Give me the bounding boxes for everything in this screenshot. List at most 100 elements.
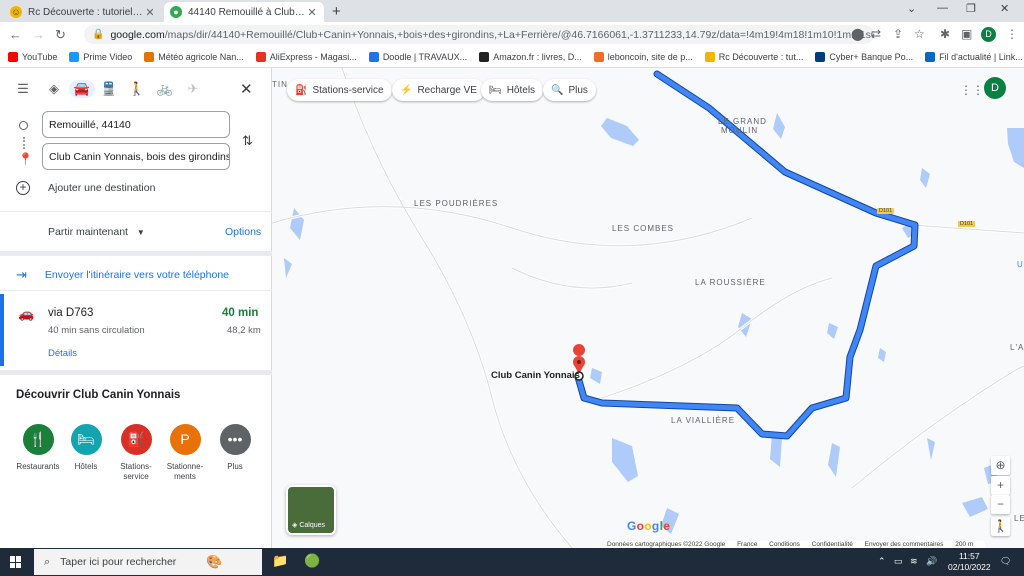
bookmark-favicon-icon bbox=[479, 52, 490, 62]
attribution-terms[interactable]: Conditions bbox=[769, 541, 800, 548]
depart-label: Partir maintenant bbox=[48, 226, 128, 238]
route-details-link[interactable]: Détails bbox=[48, 348, 77, 359]
share-icon[interactable]: ⇪ bbox=[893, 27, 903, 41]
bookmark-item[interactable]: Météo agricole Nan... bbox=[144, 52, 244, 62]
chevron-up-icon[interactable]: ⌃ bbox=[878, 556, 886, 567]
kebab-menu-icon[interactable]: ⋮ bbox=[1006, 27, 1018, 41]
divider bbox=[0, 211, 272, 212]
close-tab-icon[interactable]: ✕ bbox=[144, 6, 156, 19]
bookmark-item[interactable]: Doodle | TRAVAUX... bbox=[368, 52, 467, 62]
more-icon: ••• bbox=[219, 424, 251, 455]
attribution-privacy[interactable]: Confidentialité bbox=[812, 541, 853, 548]
bookmark-item[interactable]: Rc Découverte : tut... bbox=[704, 52, 803, 62]
origin-dot-icon bbox=[19, 121, 28, 130]
chevron-down-icon[interactable]: ⌄ bbox=[907, 2, 916, 15]
chip-ev-charging[interactable]: ⚡ Recharge VE bbox=[392, 79, 485, 101]
file-explorer-icon[interactable]: 📁 bbox=[272, 553, 288, 569]
close-directions-icon[interactable]: ✕ bbox=[240, 80, 253, 98]
forward-arrow-icon[interactable]: → bbox=[32, 27, 45, 42]
notifications-icon[interactable]: 🗨 bbox=[1000, 556, 1011, 567]
new-tab-button[interactable]: + bbox=[332, 3, 341, 20]
attribution-country[interactable]: France bbox=[737, 541, 757, 548]
tab-google-maps[interactable]: ● 44140 Remouillé à Club Canin Yo ✕ bbox=[164, 2, 324, 22]
road-network bbox=[272, 68, 1024, 548]
poi-hotel-button[interactable]: 🛏 Hôtels bbox=[58, 424, 114, 472]
windows-start-icon[interactable] bbox=[10, 556, 22, 568]
best-route-icon[interactable]: ◈ bbox=[43, 80, 65, 98]
swap-icon[interactable]: ⇅ bbox=[242, 133, 253, 149]
bookmark-item[interactable]: Cyber+ Banque Po... bbox=[815, 52, 913, 62]
chip-label: Recharge VE bbox=[417, 84, 477, 96]
address-bar[interactable]: 🔒 google.com/maps/dir/44140+Remouillé/Cl… bbox=[84, 25, 874, 44]
taskbar-clock[interactable]: 11:57 02/10/2022 bbox=[948, 551, 991, 573]
maximize-icon[interactable]: ❐ bbox=[966, 2, 976, 15]
bookmark-item[interactable]: Amazon.fr : livres, D... bbox=[479, 52, 582, 62]
send-to-phone-button[interactable]: ⇥ Envoyer l'itinéraire vers votre téléph… bbox=[16, 267, 229, 283]
destination-label: Club Canin Yonnais bbox=[491, 370, 580, 381]
lock-icon: 🔒 bbox=[92, 29, 105, 40]
poi-more-button[interactable]: ••• Plus bbox=[207, 424, 263, 472]
destination-field[interactable]: Club Canin Yonnais, bois des girondins, … bbox=[42, 143, 230, 170]
bookmark-item[interactable]: Prime Video bbox=[69, 52, 132, 62]
taskbar-search[interactable]: ⌕ Taper ici pour rechercher 🎨 bbox=[34, 549, 262, 575]
flight-mode-icon[interactable]: ✈ bbox=[182, 80, 204, 98]
transit-mode-icon[interactable]: 🚆 bbox=[98, 80, 120, 98]
poi-parking-button[interactable]: P Stationne-ments bbox=[157, 424, 213, 482]
profile-avatar[interactable]: D bbox=[981, 27, 996, 42]
caret-down-icon: ▼ bbox=[136, 228, 145, 237]
zoom-out-button[interactable]: − bbox=[991, 495, 1010, 514]
close-window-icon[interactable]: ✕ bbox=[1000, 2, 1009, 15]
depart-time-select[interactable]: Partir maintenant ▼ bbox=[48, 226, 145, 238]
wifi-icon[interactable]: ≋ bbox=[910, 556, 918, 567]
translate-icon[interactable]: ⇄ bbox=[871, 27, 881, 41]
menu-icon[interactable]: ☰ bbox=[12, 80, 34, 98]
route-option-card[interactable]: 🚗 via D763 40 min 40 min sans circulatio… bbox=[0, 294, 272, 366]
my-location-button[interactable]: ⊕ bbox=[991, 456, 1010, 475]
cycling-mode-icon[interactable]: 🚲 bbox=[154, 80, 176, 98]
network-icon[interactable]: ▭ bbox=[894, 556, 903, 567]
car-mode-icon[interactable]: 🚘 bbox=[69, 80, 95, 98]
scale-label[interactable]: 200 m bbox=[955, 541, 973, 548]
origin-field[interactable]: Remouillé, 44140 bbox=[42, 111, 230, 138]
place-label: LES POUDRIÈRES bbox=[414, 199, 499, 208]
clock-time: 11:57 bbox=[958, 551, 980, 561]
chip-hotels[interactable]: 🛏 Hôtels bbox=[481, 79, 544, 101]
tab-rc-decouverte[interactable]: ☺ Rc Découverte : tutoriels et sortie ✕ bbox=[4, 2, 162, 22]
clock-date: 02/10/2022 bbox=[948, 562, 991, 572]
bookmark-label: Fil d'actualité | Link... bbox=[939, 52, 1023, 62]
bookmark-item[interactable]: YouTube bbox=[8, 52, 57, 62]
map-canvas[interactable]: ⛽ Stations-service ⚡ Recharge VE 🛏 Hôtel… bbox=[272, 68, 1024, 548]
options-button[interactable]: Options bbox=[225, 226, 261, 238]
chrome-icon[interactable]: 🟢 bbox=[304, 553, 320, 569]
zoom-in-button[interactable]: + bbox=[991, 476, 1010, 495]
directions-panel: ☰ ◈ 🚘 🚆 🚶 🚲 ✈ ✕ 📍 Remouillé, 44140 Club … bbox=[0, 68, 272, 548]
bookmark-favicon-icon bbox=[704, 52, 715, 62]
layers-button[interactable]: ◈ Calques bbox=[286, 485, 336, 535]
bookmark-favicon-icon bbox=[815, 52, 826, 62]
chip-label: Plus bbox=[568, 84, 588, 96]
chip-gas-stations[interactable]: ⛽ Stations-service bbox=[287, 79, 392, 101]
bookmark-label: AliExpress - Magasi... bbox=[269, 52, 357, 62]
back-arrow-icon[interactable]: ← bbox=[9, 27, 22, 42]
reload-icon[interactable]: ↻ bbox=[55, 27, 66, 42]
add-destination-button[interactable]: + Ajouter une destination bbox=[16, 181, 155, 195]
extension-icon[interactable]: ✱ bbox=[940, 27, 950, 41]
sidebar-icon[interactable]: ▣ bbox=[961, 27, 972, 41]
place-label: LA VIALLIÈRE bbox=[671, 416, 736, 425]
walking-mode-icon[interactable]: 🚶 bbox=[126, 80, 148, 98]
close-tab-icon[interactable]: ✕ bbox=[306, 6, 318, 19]
place-label: TIN bbox=[272, 80, 288, 89]
chip-more[interactable]: 🔍 Plus bbox=[543, 79, 596, 101]
attribution-feedback[interactable]: Envoyer des commentaires bbox=[865, 541, 944, 548]
bookmark-item[interactable]: AliExpress - Magasi... bbox=[255, 52, 357, 62]
bookmark-item[interactable]: leboncoin, site de p... bbox=[593, 52, 693, 62]
street-view-pegman[interactable]: 🚶 bbox=[991, 517, 1010, 536]
bookmark-item[interactable]: Fil d'actualité | Link... bbox=[925, 52, 1023, 62]
bookmark-star-icon[interactable]: ☆ bbox=[914, 27, 925, 41]
account-avatar[interactable]: D bbox=[984, 77, 1006, 99]
location-icon[interactable]: ⬤ bbox=[851, 27, 864, 41]
volume-icon[interactable]: 🔊 bbox=[926, 556, 937, 567]
minimize-icon[interactable]: — bbox=[937, 2, 948, 14]
route-duration: 40 min bbox=[222, 307, 259, 319]
poi-gas-station-button[interactable]: ⛽ Stations-service bbox=[108, 424, 164, 482]
